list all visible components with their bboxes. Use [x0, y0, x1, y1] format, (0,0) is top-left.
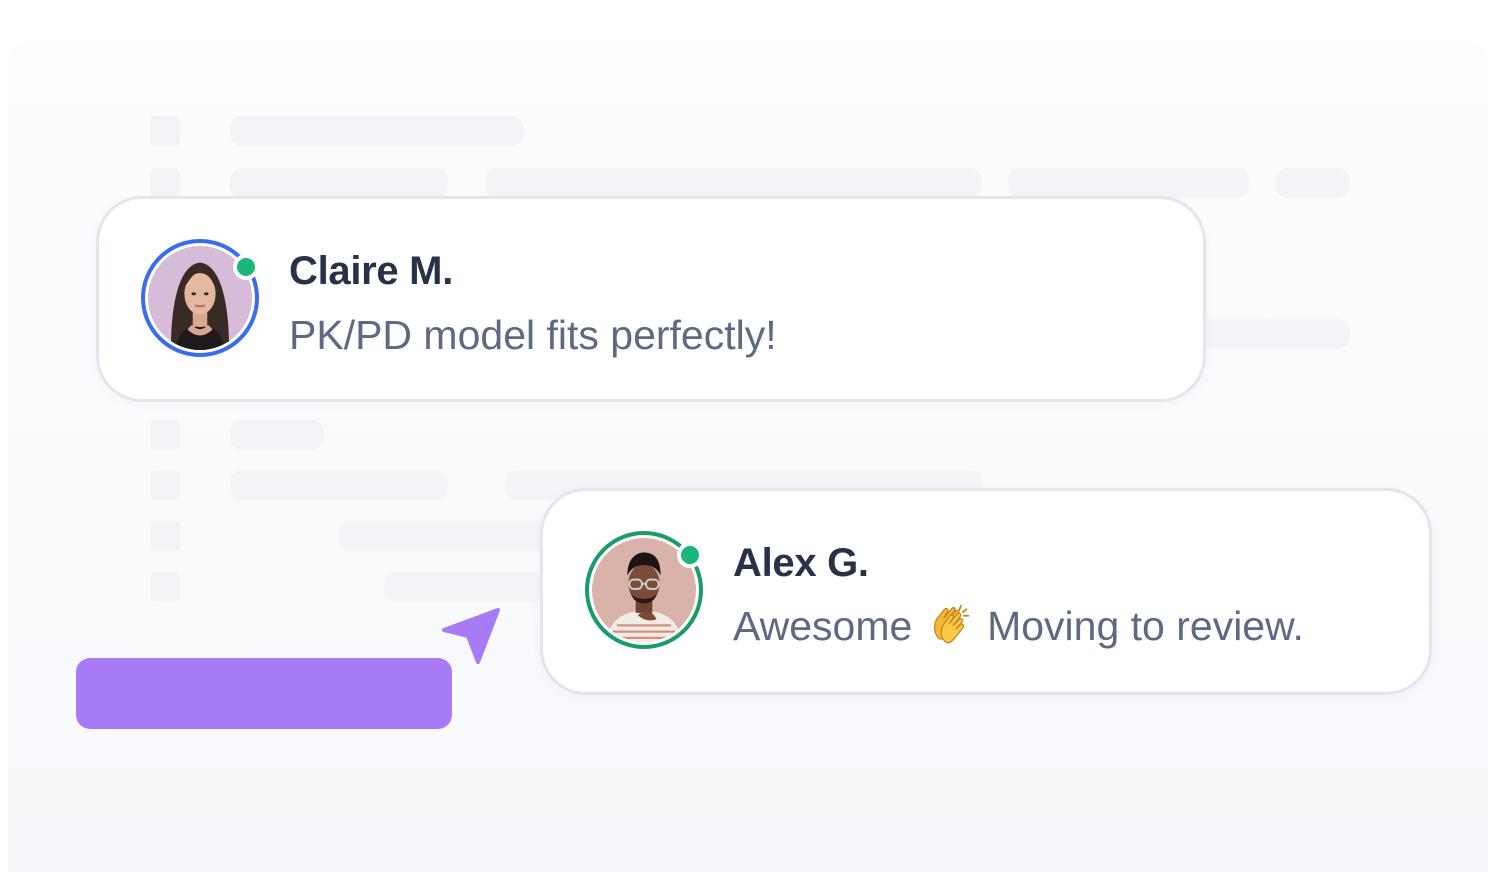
purple-action-bar[interactable] [76, 658, 452, 729]
skeleton-block [230, 420, 324, 450]
message-text: PK/PD model fits perfectly! [289, 312, 777, 358]
skeleton-block [150, 572, 180, 602]
skeleton-block [1198, 319, 1350, 349]
skeleton-block [150, 168, 180, 198]
skeleton-block [150, 116, 180, 146]
background-panel [8, 40, 1488, 872]
sender-name: Claire M. [289, 249, 454, 293]
online-status-dot [677, 542, 703, 568]
skeleton-block [1008, 168, 1249, 198]
chat-message-card: Claire M. PK/PD model fits perfectly! [96, 196, 1206, 402]
chat-message-card: Alex G. Awesome Moving to review. [540, 488, 1432, 695]
clapping-hands-icon [928, 602, 972, 656]
pointer-arrow-icon [440, 606, 504, 668]
message-text: Awesome Moving to review. [733, 602, 1304, 656]
message-text-before: Awesome [733, 603, 913, 649]
skeleton-block [338, 521, 548, 551]
skeleton-block [485, 168, 982, 198]
skeleton-block [230, 470, 448, 500]
skeleton-block [150, 521, 180, 551]
sender-name: Alex G. [733, 541, 869, 585]
skeleton-block [150, 470, 180, 500]
skeleton-block [230, 116, 524, 146]
message-text-after: Moving to review. [987, 603, 1304, 649]
skeleton-block [384, 572, 544, 602]
skeleton-block [150, 420, 180, 450]
online-status-dot [233, 254, 259, 280]
skeleton-block [1276, 168, 1350, 198]
skeleton-block [230, 168, 448, 198]
